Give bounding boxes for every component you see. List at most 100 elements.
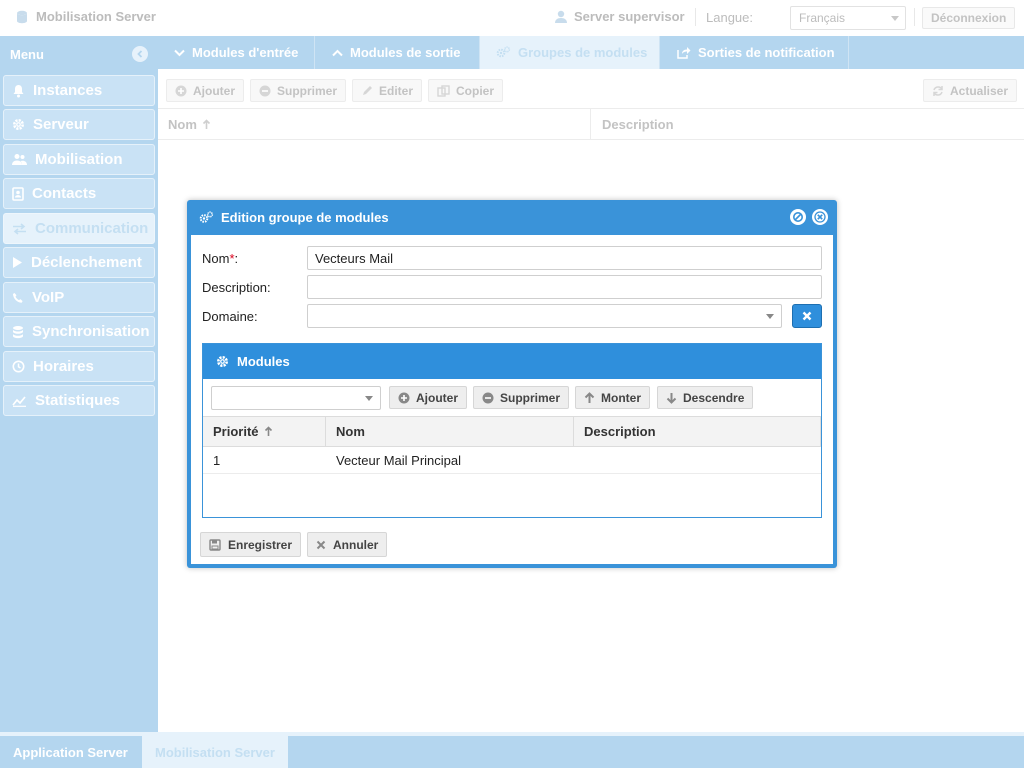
- module-description-cell: [574, 447, 821, 474]
- cancel-button-label: Annuler: [333, 537, 379, 552]
- sidebar-item-label: Contacts: [32, 185, 97, 202]
- dialog-body: Nom*: Vecteurs Mail Description: Domaine…: [191, 235, 833, 564]
- sidebar-item-synchronisation[interactable]: Synchronisation: [3, 316, 155, 347]
- plus-circle-icon: [398, 392, 410, 403]
- pencil-icon: [363, 85, 372, 95]
- column-header-description[interactable]: Description: [592, 109, 1024, 140]
- close-icon: [802, 311, 812, 321]
- sidebar-item-label: Serveur: [33, 116, 89, 133]
- sidebar-item-serveur[interactable]: Serveur: [3, 109, 155, 140]
- cancel-button[interactable]: Annuler: [307, 532, 388, 557]
- sidebar-item-declenchement[interactable]: Déclenchement: [3, 247, 155, 278]
- sidebar-item-horaires[interactable]: Horaires: [3, 351, 155, 382]
- sidebar-item-label: Mobilisation: [35, 151, 123, 168]
- remove-module-button[interactable]: Supprimer: [473, 386, 570, 409]
- table-row[interactable]: 1 Vecteur Mail Principal: [203, 447, 821, 474]
- close-icon: [316, 540, 326, 549]
- sidebar-item-statistiques[interactable]: Statistiques: [3, 385, 155, 416]
- copy-button[interactable]: Copier: [428, 79, 504, 102]
- close-dialog-button[interactable]: [812, 209, 828, 225]
- clear-domain-button[interactable]: [792, 304, 822, 328]
- sidebar-item-label: Instances: [33, 82, 103, 99]
- module-name-cell: Vecteur Mail Principal: [336, 453, 461, 468]
- sidebar-item-label: Déclenchement: [31, 254, 142, 271]
- column-header-priorite[interactable]: Priorité: [203, 417, 326, 446]
- arrow-down-icon: [666, 392, 677, 404]
- chevron-down-icon: [365, 396, 373, 401]
- tab-groupes-modules[interactable]: Groupes de modules: [480, 36, 660, 69]
- main-toolbar: Ajouter Supprimer Editer Copier Actualis…: [158, 69, 1024, 109]
- name-field[interactable]: Vecteurs Mail: [307, 246, 822, 270]
- refresh-button[interactable]: Actualiser: [923, 79, 1018, 102]
- sidebar-item-communication[interactable]: Communication: [3, 213, 155, 244]
- chevron-down-icon: [891, 16, 899, 21]
- tab-label: Sorties de notification: [698, 45, 835, 60]
- exchange-icon: [13, 222, 26, 235]
- sidebar-item-contacts[interactable]: Contacts: [3, 178, 155, 209]
- name-label-colon: :: [234, 251, 239, 266]
- edit-button[interactable]: Editer: [352, 79, 423, 102]
- refresh-button-label: Actualiser: [950, 83, 1009, 98]
- chevron-down-icon: [766, 314, 774, 319]
- modules-toolbar: Ajouter Supprimer Monter Descendre: [203, 379, 821, 417]
- move-down-label: Descendre: [683, 390, 745, 405]
- address-book-icon: [12, 186, 24, 201]
- tab-label: Modules de sortie: [350, 45, 461, 60]
- copy-icon: [437, 84, 450, 97]
- sidebar-item-voip[interactable]: VoIP: [3, 282, 155, 313]
- app-title: Mobilisation Server: [16, 9, 156, 24]
- groups-table-header: Nom Description: [158, 109, 1024, 140]
- tab-sorties-notification[interactable]: Sorties de notification: [661, 36, 849, 69]
- add-module-button[interactable]: Ajouter: [389, 386, 467, 409]
- sidebar: Menu Instances Serveur Mobilisation Cont…: [0, 36, 158, 732]
- move-up-button[interactable]: Monter: [575, 386, 650, 409]
- edit-module-group-dialog: Edition groupe de modules Nom*: Vecteurs…: [187, 200, 837, 568]
- refresh-icon: [933, 85, 943, 96]
- domain-select[interactable]: [307, 304, 782, 328]
- dialog-title-text: Edition groupe de modules: [221, 210, 389, 225]
- remove-module-label: Supprimer: [500, 390, 561, 405]
- description-field[interactable]: [307, 275, 822, 299]
- plus-circle-icon: [175, 85, 187, 96]
- chevron-left-icon: [137, 50, 143, 58]
- minus-circle-icon: [482, 392, 494, 403]
- sidebar-item-label: Communication: [35, 220, 149, 237]
- language-label: Langue:: [706, 10, 753, 25]
- chevron-down-icon: [174, 49, 185, 56]
- collapse-sidebar-button[interactable]: [132, 46, 148, 62]
- column-header-label: Nom: [168, 117, 197, 132]
- column-header-nom[interactable]: Nom: [158, 109, 591, 140]
- chart-line-icon: [12, 395, 26, 407]
- logout-button[interactable]: Déconnexion: [922, 7, 1016, 29]
- sidebar-item-mobilisation[interactable]: Mobilisation: [3, 144, 155, 175]
- gears-icon: [496, 46, 511, 58]
- current-user[interactable]: Server supervisor: [555, 9, 685, 24]
- sidebar-item-label: Synchronisation: [32, 323, 150, 340]
- tab-modules-sortie[interactable]: Modules de sortie: [316, 36, 480, 69]
- save-button[interactable]: Enregistrer: [200, 532, 302, 557]
- app-title-text: Mobilisation Server: [36, 9, 156, 24]
- tab-modules-entree[interactable]: Modules d'entrée: [158, 36, 315, 69]
- gear-icon: [13, 119, 24, 130]
- dialog-tools: [790, 209, 828, 225]
- maximize-button[interactable]: [790, 209, 806, 225]
- module-tabs: Modules d'entrée Modules de sortie Group…: [158, 36, 1024, 69]
- add-module-label: Ajouter: [416, 390, 458, 405]
- sidebar-item-instances[interactable]: Instances: [3, 75, 155, 106]
- dialog-title: Edition groupe de modules: [199, 210, 389, 225]
- column-header-nom[interactable]: Nom: [326, 417, 574, 446]
- sidebar-item-label: Horaires: [33, 358, 94, 375]
- move-down-button[interactable]: Descendre: [657, 386, 754, 409]
- share-icon: [677, 47, 691, 59]
- tab-application-server[interactable]: Application Server: [0, 736, 141, 768]
- delete-button[interactable]: Supprimer: [250, 79, 347, 102]
- tab-mobilisation-server[interactable]: Mobilisation Server: [142, 736, 288, 768]
- module-select[interactable]: [211, 386, 381, 410]
- user-icon: [555, 10, 567, 23]
- add-button[interactable]: Ajouter: [166, 79, 244, 102]
- priority-cell: 1: [213, 453, 221, 468]
- language-select[interactable]: Français: [790, 6, 906, 30]
- name-label: Nom*:: [202, 251, 238, 266]
- bottom-app-tabs: Application Server Mobilisation Server: [0, 732, 1024, 768]
- column-header-description[interactable]: Description: [574, 417, 821, 446]
